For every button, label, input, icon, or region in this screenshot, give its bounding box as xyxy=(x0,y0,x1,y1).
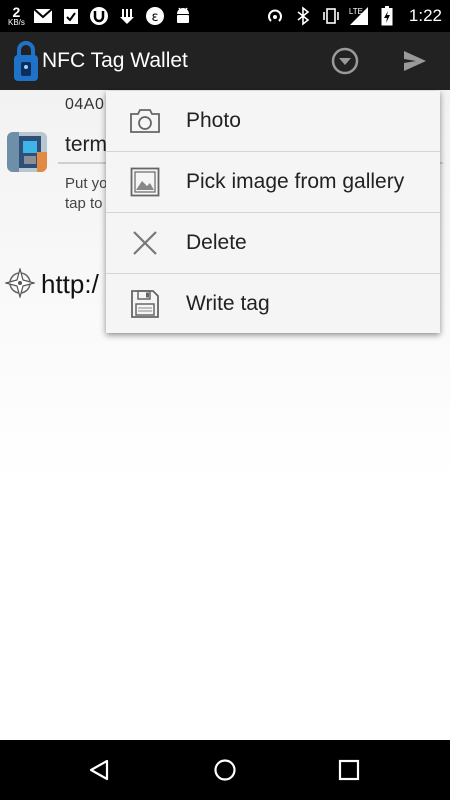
download-icon xyxy=(117,6,137,26)
floppy-disk-icon xyxy=(128,288,162,320)
tag-uid: 04A0 xyxy=(65,96,105,113)
battery-icon xyxy=(377,6,397,26)
dropdown-circle-icon[interactable] xyxy=(325,41,365,81)
clock: 1:22 xyxy=(408,6,442,25)
menu-item-photo[interactable]: Photo xyxy=(106,91,440,151)
action-bar: NFC Tag Wallet xyxy=(0,32,450,90)
clipboard-icon xyxy=(61,6,81,26)
overflow-popup-menu: Photo Pick image from gallery Delete Wri… xyxy=(106,91,440,333)
camera-icon xyxy=(128,105,162,137)
tag-name-value: term xyxy=(65,133,107,156)
notification-area: 2 KB/s ε xyxy=(8,0,193,32)
menu-item-write-tag[interactable]: Write tag xyxy=(106,274,440,334)
send-icon[interactable] xyxy=(395,41,435,81)
menu-item-pick-image[interactable]: Pick image from gallery xyxy=(106,152,440,212)
network-type: LTE xyxy=(348,7,363,16)
euro-icon: ε xyxy=(145,6,165,26)
network-speed-value: 2 xyxy=(12,4,21,20)
status-bar: 2 KB/s ε LTE 1:22 xyxy=(0,0,450,32)
network-speed: 2 KB/s xyxy=(8,5,25,27)
compass-icon xyxy=(3,266,37,300)
navigation-bar xyxy=(0,740,450,800)
bluetooth-icon xyxy=(293,6,313,26)
menu-item-delete[interactable]: Delete xyxy=(106,213,440,273)
home-icon[interactable] xyxy=(205,750,245,790)
signal-icon: LTE xyxy=(349,6,369,26)
hotspot-icon xyxy=(265,6,285,26)
utorrent-icon xyxy=(89,6,109,26)
app-title: NFC Tag Wallet xyxy=(42,49,188,72)
vibrate-icon xyxy=(321,6,341,26)
gallery-icon xyxy=(128,166,162,198)
delete-x-icon xyxy=(128,227,162,259)
menu-item-label: Pick image from gallery xyxy=(186,170,405,193)
gmail-icon xyxy=(33,6,53,26)
tag-photo-thumbnail[interactable] xyxy=(7,132,47,172)
recents-icon[interactable] xyxy=(329,750,369,790)
menu-item-label: Photo xyxy=(186,109,241,132)
back-icon[interactable] xyxy=(79,750,119,790)
svg-text:ε: ε xyxy=(151,10,158,25)
nfc-lock-icon xyxy=(12,40,40,82)
android-icon xyxy=(173,6,193,26)
network-speed-unit: KB/s xyxy=(8,18,25,27)
url-text[interactable]: http:/ xyxy=(41,269,99,300)
menu-item-label: Delete xyxy=(186,231,247,254)
system-status-area: LTE 1:22 xyxy=(265,0,442,32)
menu-item-label: Write tag xyxy=(186,292,270,315)
